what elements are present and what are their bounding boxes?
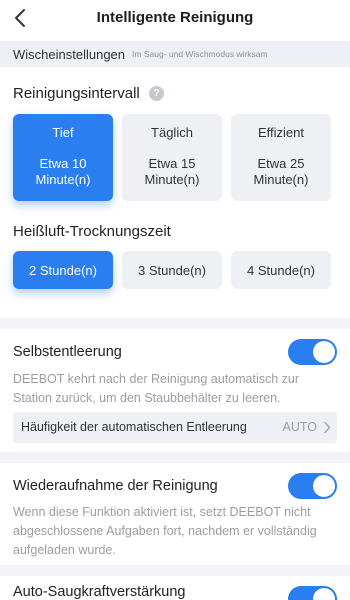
- resume-cleaning-title: Wiederaufnahme der Reinigung: [13, 478, 218, 494]
- interval-option-mode: Täglich: [151, 125, 193, 140]
- mop-settings-bar: Wischeinstellungen Im Saug- und Wischmod…: [0, 41, 350, 67]
- interval-option-duration: Etwa 15 Minute(n): [144, 156, 200, 187]
- toggle-knob: [313, 588, 335, 600]
- mop-settings-label: Wischeinstellungen: [13, 46, 126, 62]
- page-title: Intelligente Reinigung: [96, 9, 254, 26]
- interval-option-deep[interactable]: Tief Etwa 10 Minute(n): [13, 114, 113, 201]
- resume-cleaning-toggle[interactable]: [288, 473, 337, 499]
- mop-settings-note: Im Saug- und Wischmodus wirksam: [132, 49, 268, 59]
- drying-time-heading: Heißluft-Trocknungszeit: [13, 223, 171, 240]
- interval-option-mode: Tief: [52, 125, 74, 140]
- empty-frequency-row[interactable]: Häufigkeit der automatischen Entleerung …: [13, 412, 337, 443]
- drying-option-label: 2 Stunde(n): [29, 262, 97, 278]
- self-empty-title: Selbstentleerung: [13, 344, 122, 360]
- suction-boost-toggle[interactable]: [288, 586, 337, 600]
- drying-option-3h[interactable]: 3 Stunde(n): [122, 251, 222, 289]
- drying-option-label: 3 Stunde(n): [138, 262, 206, 278]
- header: Intelligente Reinigung: [0, 0, 350, 38]
- section-divider: [0, 565, 350, 576]
- self-empty-description: DEEBOT kehrt nach der Reinigung automati…: [13, 372, 300, 405]
- cleaning-interval-heading: Reinigungsintervall: [13, 85, 140, 102]
- drying-option-2h[interactable]: 2 Stunde(n): [13, 251, 113, 289]
- resume-cleaning-description: Wenn diese Funktion aktiviert ist, setzt…: [13, 505, 317, 557]
- section-divider: [0, 452, 350, 463]
- interval-option-efficient[interactable]: Effizient Etwa 25 Minute(n): [231, 114, 331, 201]
- empty-frequency-value: AUTO: [282, 420, 318, 434]
- help-icon[interactable]: ?: [149, 86, 164, 101]
- interval-option-duration: Etwa 25 Minute(n): [253, 156, 309, 187]
- drying-option-label: 4 Stunde(n): [247, 262, 315, 278]
- interval-option-mode: Effizient: [257, 125, 304, 140]
- drying-option-4h[interactable]: 4 Stunde(n): [231, 251, 331, 289]
- section-divider: [0, 318, 350, 329]
- empty-frequency-label: Häufigkeit der automatischen Entleerung: [21, 420, 247, 434]
- self-empty-toggle[interactable]: [288, 339, 337, 365]
- toggle-knob: [313, 341, 335, 363]
- interval-option-daily[interactable]: Täglich Etwa 15 Minute(n): [122, 114, 222, 201]
- suction-boost-title: Auto-Saugkraftverstärkung: [13, 584, 186, 600]
- toggle-knob: [313, 475, 335, 497]
- chevron-right-icon: [324, 421, 331, 434]
- interval-option-duration: Etwa 10 Minute(n): [35, 156, 91, 187]
